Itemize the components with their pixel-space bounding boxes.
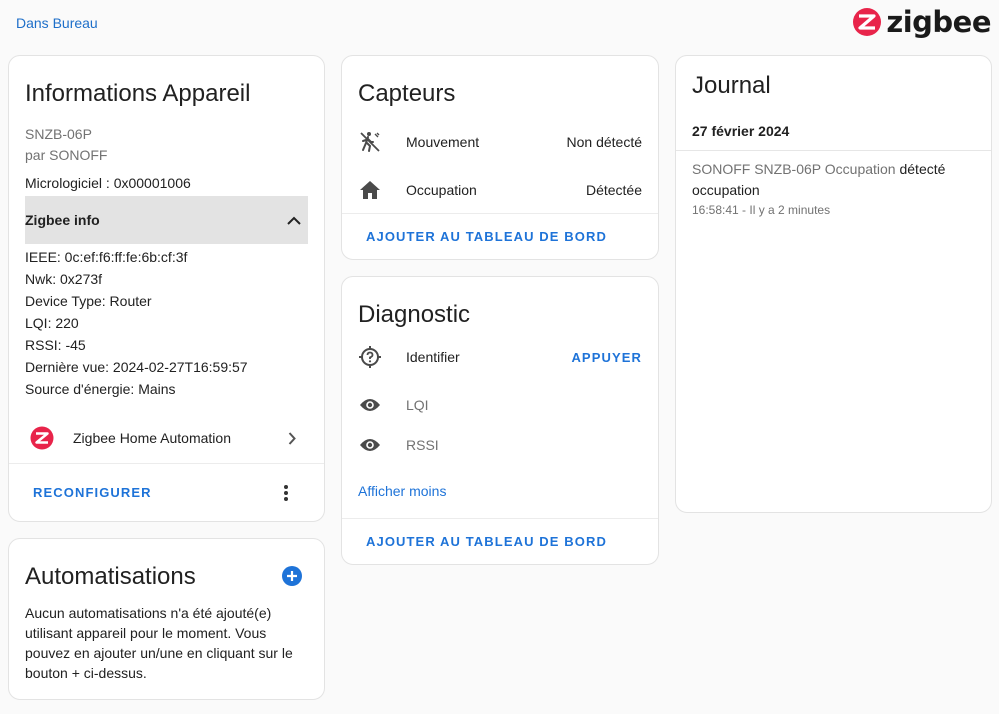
integration-row[interactable]: Zigbee Home Automation bbox=[9, 418, 324, 458]
logbook-divider bbox=[676, 150, 991, 151]
zigbee-device-type: Device Type: Router bbox=[25, 293, 152, 309]
diagnostic-title: Diagnostic bbox=[358, 301, 471, 328]
integration-label: Zigbee Home Automation bbox=[73, 430, 231, 446]
sensors-card: Capteurs Mouvement Non détecté Occupatio… bbox=[341, 55, 659, 260]
sensor-state-motion: Non détecté bbox=[566, 134, 643, 150]
sensor-row-motion[interactable]: Mouvement Non détecté bbox=[342, 122, 658, 162]
chevron-right-icon bbox=[284, 430, 300, 446]
motion-sensor-off-icon bbox=[358, 130, 382, 154]
crosshairs-question-icon bbox=[358, 345, 382, 369]
area-link[interactable]: Dans Bureau bbox=[16, 15, 98, 31]
logbook-date: 27 février 2024 bbox=[692, 123, 790, 139]
sensor-name-occupancy: Occupation bbox=[406, 182, 477, 198]
eye-icon bbox=[358, 433, 382, 457]
device-info-title: Informations Appareil bbox=[25, 80, 251, 107]
logbook-card: Journal 27 février 2024 SONOFF SNZB-06P … bbox=[675, 55, 992, 513]
show-less-link[interactable]: Afficher moins bbox=[358, 483, 446, 500]
diagnostic-add-to-dashboard-button[interactable]: AJOUTER AU TABLEAU DE BORD bbox=[366, 534, 607, 549]
more-vert-icon[interactable] bbox=[278, 482, 294, 504]
logbook-entry-source[interactable]: SONOFF SNZB-06P Occupation bbox=[692, 161, 896, 177]
diagnostic-card: Diagnostic Identifier APPUYER LQI RSSI A… bbox=[341, 276, 659, 565]
diagnostic-name-rssi: RSSI bbox=[406, 437, 439, 453]
device-firmware: Micrologiciel : 0x00001006 bbox=[25, 175, 191, 191]
reconfigure-button[interactable]: RECONFIGURER bbox=[33, 485, 152, 500]
diagnostic-row-lqi[interactable]: LQI bbox=[342, 385, 658, 425]
zigbee-nwk: Nwk: 0x273f bbox=[25, 271, 103, 287]
card-divider bbox=[342, 213, 658, 214]
sensor-row-occupancy[interactable]: Occupation Détectée bbox=[342, 170, 658, 210]
home-icon bbox=[358, 178, 382, 202]
device-model: SNZB-06P bbox=[25, 126, 92, 142]
zigbee-logo-icon bbox=[853, 8, 882, 36]
sensor-state-occupancy: Détectée bbox=[585, 182, 642, 198]
eye-icon bbox=[358, 393, 382, 417]
zigbee-logo-text: zigbee bbox=[886, 4, 991, 39]
device-info-card: Informations Appareil SNZB-06P par SONOF… bbox=[8, 55, 325, 522]
zigbee-ieee: IEEE: 0c:ef:f6:ff:fe:6b:cf:3f bbox=[25, 249, 188, 265]
add-automation-icon[interactable] bbox=[281, 565, 303, 587]
zigbee-info-header: Zigbee info bbox=[25, 212, 100, 228]
card-divider bbox=[342, 518, 658, 519]
device-manufacturer: par SONOFF bbox=[25, 147, 108, 163]
diagnostic-row-rssi[interactable]: RSSI bbox=[342, 425, 658, 465]
zigbee-info-expander[interactable]: Zigbee info bbox=[25, 196, 308, 244]
card-divider bbox=[9, 463, 324, 464]
zigbee-logo: zigbee bbox=[852, 7, 991, 37]
diagnostic-name-identify: Identifier bbox=[406, 349, 460, 365]
logbook-entry: SONOFF SNZB-06P Occupation détecté occup… bbox=[692, 159, 972, 201]
sensors-add-to-dashboard-button[interactable]: AJOUTER AU TABLEAU DE BORD bbox=[366, 229, 607, 244]
diagnostic-name-lqi: LQI bbox=[406, 397, 429, 413]
sensors-title: Capteurs bbox=[358, 80, 456, 107]
zigbee-lqi: LQI: 220 bbox=[25, 315, 79, 331]
chevron-up-icon[interactable] bbox=[284, 210, 304, 230]
logbook-entry-time: 16:58:41 - Il y a 2 minutes bbox=[692, 203, 831, 217]
zha-logo-icon bbox=[29, 425, 55, 451]
automations-card: Automatisations Aucun automatisations n'… bbox=[8, 538, 325, 700]
automations-title: Automatisations bbox=[25, 563, 196, 590]
automations-empty-text: Aucun automatisations n'a été ajouté(e) … bbox=[25, 605, 293, 681]
logbook-title: Journal bbox=[692, 72, 771, 99]
zigbee-last-seen: Dernière vue: 2024-02-27T16:59:57 bbox=[25, 359, 248, 375]
diagnostic-row-identify: Identifier APPUYER bbox=[342, 337, 658, 377]
sensor-name-motion: Mouvement bbox=[406, 134, 480, 150]
identify-press-button[interactable]: APPUYER bbox=[571, 350, 642, 365]
zigbee-power-source: Source d'énergie: Mains bbox=[25, 381, 176, 397]
zigbee-rssi: RSSI: -45 bbox=[25, 337, 86, 353]
